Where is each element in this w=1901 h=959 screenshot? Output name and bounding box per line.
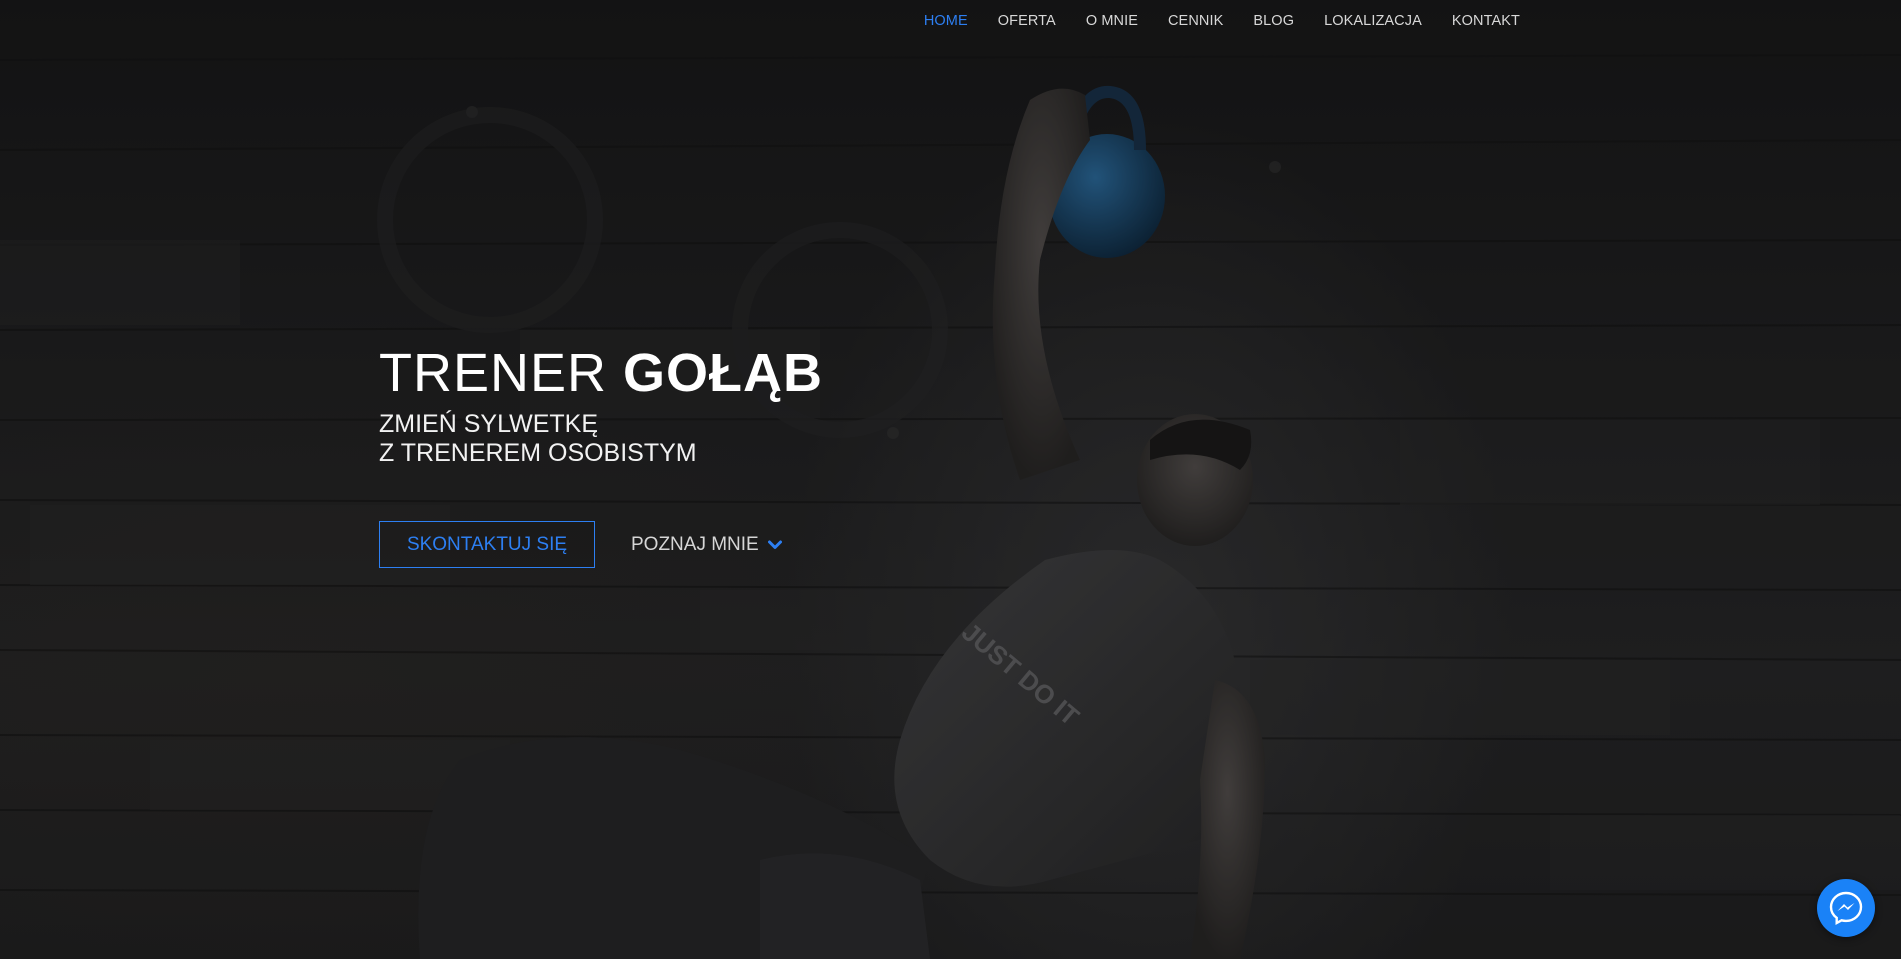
hero-subtitle-line-1: ZMIEŃ SYLWETKĘ: [379, 410, 599, 438]
about-me-label: POZNAJ MNIE: [631, 533, 759, 555]
hero-heading-block: TRENER GOŁĄB ZMIEŃ SYLWETKĘ Z TRENEREM O…: [379, 342, 823, 468]
chevron-down-icon: [767, 540, 782, 549]
hero-title-bold: GOŁĄB: [623, 343, 824, 403]
nav-item-kontakt[interactable]: KONTAKT: [1452, 13, 1520, 29]
nav-menu: HOME OFERTA O MNIE CENNIK BLOG LOKALIZAC…: [894, 13, 1520, 29]
hero-title: TRENER GOŁĄB: [379, 342, 823, 404]
nav-item-blog[interactable]: BLOG: [1253, 13, 1294, 29]
messenger-icon: [1829, 891, 1863, 926]
hero-subtitle-line-2: Z TRENEREM OSOBISTYM: [379, 439, 697, 467]
top-navigation: HOME OFERTA O MNIE CENNIK BLOG LOKALIZAC…: [0, 0, 1901, 44]
hero-cta-row: SKONTAKTUJ SIĘ POZNAJ MNIE: [379, 521, 782, 568]
nav-item-oferta[interactable]: OFERTA: [998, 13, 1056, 29]
nav-item-home[interactable]: HOME: [924, 13, 968, 29]
about-me-button[interactable]: POZNAJ MNIE: [631, 534, 782, 556]
athlete-photo: JUST DO IT: [0, 0, 1901, 959]
hero-title-light: TRENER: [379, 343, 624, 403]
messenger-chat-button[interactable]: [1817, 879, 1875, 937]
contact-button[interactable]: SKONTAKTUJ SIĘ: [379, 521, 595, 568]
hero-subtitle: ZMIEŃ SYLWETKĘ Z TRENEREM OSOBISTYM: [379, 410, 823, 468]
hero-section: JUST DO IT HOME OFERTA O MNIE CENNIK BLO…: [0, 0, 1901, 959]
nav-item-o-mnie[interactable]: O MNIE: [1086, 13, 1138, 29]
nav-item-lokalizacja[interactable]: LOKALIZACJA: [1324, 13, 1422, 29]
nav-item-cennik[interactable]: CENNIK: [1168, 13, 1223, 29]
